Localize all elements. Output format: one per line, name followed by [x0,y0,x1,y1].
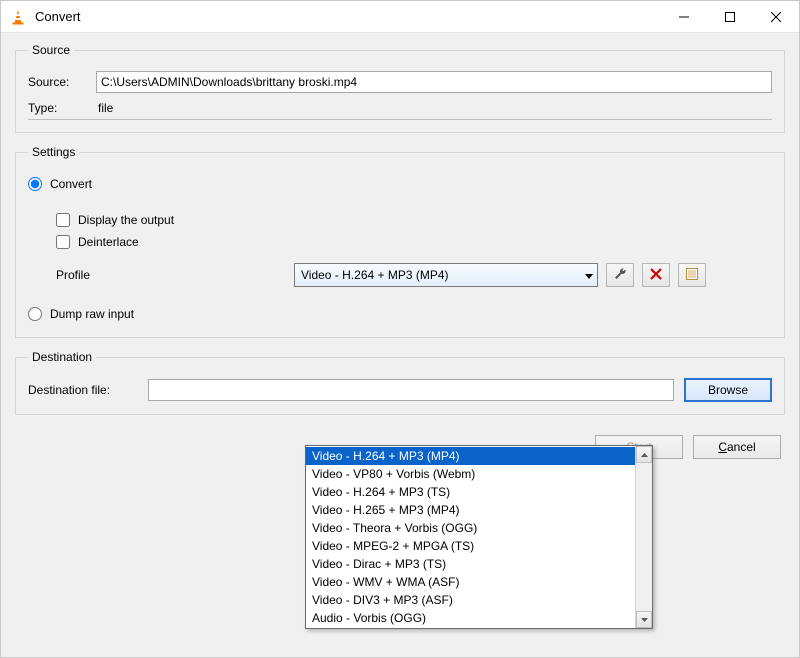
deinterlace-label: Deinterlace [78,235,139,249]
source-legend: Source [28,43,74,57]
profile-dropdown-list[interactable]: Video - H.264 + MP3 (MP4)Video - VP80 + … [305,445,653,629]
type-label: Type: [28,101,96,115]
wrench-icon [613,267,627,284]
profile-option[interactable]: Video - H.265 + MP3 (MP4) [306,501,635,519]
convert-radio-label: Convert [50,177,92,191]
delete-icon [650,268,662,283]
cancel-button[interactable]: Cancel [693,435,781,459]
titlebar: Convert [1,1,799,33]
profile-combobox[interactable]: Video - H.264 + MP3 (MP4) [294,263,598,287]
source-label: Source: [28,75,96,89]
profile-option[interactable]: Video - VP80 + Vorbis (Webm) [306,465,635,483]
new-profile-button[interactable] [678,263,706,287]
profile-option[interactable]: Video - DIV3 + MP3 (ASF) [306,591,635,609]
new-profile-icon [685,267,699,284]
dialog-client-area: Source Source: Type: file Settings Conve… [1,33,799,657]
source-group: Source Source: Type: file [15,43,785,133]
window-controls [661,1,799,32]
edit-profile-button[interactable] [606,263,634,287]
chevron-down-icon [585,268,593,282]
destination-file-input[interactable] [148,379,674,401]
convert-radio[interactable]: Convert [28,173,772,195]
maximize-button[interactable] [707,1,753,33]
profile-option[interactable]: Video - MPEG-2 + MPGA (TS) [306,537,635,555]
scroll-track[interactable] [636,463,652,611]
deinterlace-checkbox-input[interactable] [56,235,70,249]
cancel-button-label: Cancel [718,440,755,454]
destination-legend: Destination [28,350,96,364]
browse-button[interactable]: Browse [684,378,772,402]
dropdown-scrollbar[interactable] [635,446,652,628]
convert-radio-input[interactable] [28,177,42,191]
source-divider [28,119,772,120]
window-title: Convert [35,9,661,24]
settings-group: Settings Convert Display the output Dein… [15,145,785,338]
dump-raw-radio-input[interactable] [28,307,42,321]
dump-raw-label: Dump raw input [50,307,134,321]
close-button[interactable] [753,1,799,33]
profile-option[interactable]: Video - Theora + Vorbis (OGG) [306,519,635,537]
destination-group: Destination Destination file: Browse [15,350,785,415]
profile-label: Profile [56,268,286,282]
delete-profile-button[interactable] [642,263,670,287]
display-output-checkbox-input[interactable] [56,213,70,227]
dump-raw-radio[interactable]: Dump raw input [28,303,772,325]
profile-option[interactable]: Video - WMV + WMA (ASF) [306,573,635,591]
display-output-label: Display the output [78,213,174,227]
display-output-checkbox[interactable]: Display the output [56,209,772,231]
scroll-up-button[interactable] [636,446,652,463]
deinterlace-checkbox[interactable]: Deinterlace [56,231,772,253]
source-path-input[interactable] [96,71,772,93]
browse-button-label: Browse [708,383,748,397]
profile-combobox-value: Video - H.264 + MP3 (MP4) [301,268,449,282]
convert-dialog: Convert Source Source: Type: file [0,0,800,658]
profile-option[interactable]: Video - Dirac + MP3 (TS) [306,555,635,573]
destination-file-label: Destination file: [28,383,148,397]
profile-option[interactable]: Video - H.264 + MP3 (TS) [306,483,635,501]
type-value: file [96,101,113,115]
minimize-button[interactable] [661,1,707,33]
profile-option[interactable]: Audio - Vorbis (OGG) [306,609,635,627]
profile-option[interactable]: Video - H.264 + MP3 (MP4) [306,447,635,465]
settings-legend: Settings [28,145,79,159]
scroll-down-button[interactable] [636,611,652,628]
vlc-cone-icon [9,8,27,26]
